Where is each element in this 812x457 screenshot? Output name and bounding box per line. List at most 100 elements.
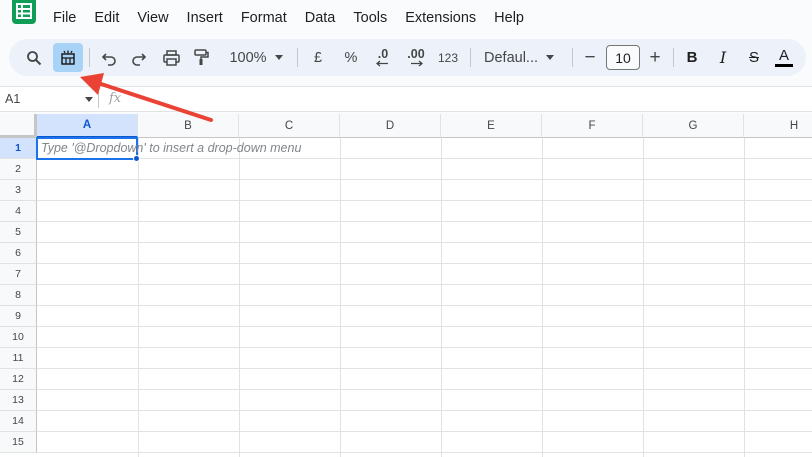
- column-header-f[interactable]: F: [542, 114, 643, 138]
- column-header-a[interactable]: A: [37, 114, 138, 138]
- row-header-9[interactable]: 9: [0, 306, 37, 327]
- column-header-h[interactable]: H: [744, 114, 812, 138]
- select-all-corner[interactable]: [0, 114, 37, 138]
- text-color-icon: A: [778, 47, 789, 64]
- cell-hint-text: Type '@Dropdown' to insert a drop-down m…: [41, 141, 302, 155]
- column-header-c[interactable]: C: [239, 114, 340, 138]
- toolbar-divider: [572, 48, 573, 67]
- grid-row-line: [37, 221, 812, 222]
- increase-font-size-button[interactable]: +: [645, 43, 665, 72]
- column-header-b[interactable]: B: [138, 114, 239, 138]
- undo-icon: [101, 52, 116, 66]
- zoom-select[interactable]: 100%: [221, 43, 291, 72]
- row-header-12[interactable]: 12: [0, 369, 37, 390]
- grid-row-line: [37, 368, 812, 369]
- bold-button[interactable]: B: [680, 43, 704, 72]
- currency-format-button[interactable]: £: [306, 43, 330, 72]
- menu-tools[interactable]: Tools: [344, 8, 396, 28]
- grid-row-line: [37, 158, 812, 159]
- sheets-logo-icon[interactable]: [12, 0, 36, 24]
- font-family-value: Defaul...: [484, 49, 538, 66]
- spreadsheet-grid[interactable]: A B C D E F G H 1 2 3 4 5 6 7 8 9 10 11 12 13 14 15 Type '@Drop…: [0, 114, 812, 457]
- paint-format-icon: [194, 49, 209, 65]
- font-family-select[interactable]: Defaul...: [479, 43, 563, 72]
- increase-decimal-button[interactable]: .00: [401, 43, 431, 72]
- row-header-7[interactable]: 7: [0, 264, 37, 285]
- percent-label: %: [344, 49, 358, 66]
- number-format-label: 123: [437, 50, 459, 65]
- currency-label: £: [313, 49, 323, 66]
- grid-row-line: [37, 242, 812, 243]
- row-header-3[interactable]: 3: [0, 180, 37, 201]
- menu-insert[interactable]: Insert: [178, 8, 232, 28]
- plus-icon: +: [649, 46, 661, 68]
- percent-format-button[interactable]: %: [339, 43, 363, 72]
- grid-row-line: [37, 200, 812, 201]
- toolbar-divider: [297, 48, 298, 67]
- menu-data[interactable]: Data: [296, 8, 345, 28]
- text-color-swatch: [775, 64, 793, 67]
- formula-bar: A1 fx: [0, 86, 812, 112]
- column-header-e[interactable]: E: [441, 114, 542, 138]
- grid-row-line: [37, 263, 812, 264]
- arrow-right-icon: [411, 60, 423, 67]
- redo-icon: [132, 52, 147, 66]
- row-header-6[interactable]: 6: [0, 243, 37, 264]
- dropdown-chip-button[interactable]: [53, 43, 83, 72]
- search-menus-button[interactable]: [22, 43, 46, 72]
- grid-row-line: [37, 452, 812, 453]
- column-header-g[interactable]: G: [643, 114, 744, 138]
- row-header-13[interactable]: 13: [0, 390, 37, 411]
- menu-items: File Edit View Insert Format Data Tools Extensi…: [44, 8, 533, 28]
- row-header-15[interactable]: 15: [0, 432, 37, 453]
- font-size-input[interactable]: 10: [606, 45, 640, 70]
- redo-button[interactable]: [127, 43, 151, 72]
- decrease-font-size-button[interactable]: −: [580, 43, 600, 72]
- arrow-left-icon: [376, 60, 388, 67]
- menu-bar: File Edit View Insert Format Data Tools Extensi…: [0, 0, 812, 36]
- dropdown-chip-icon: [61, 50, 75, 65]
- grid-row-line: [37, 389, 812, 390]
- grid-row-line: [37, 410, 812, 411]
- print-icon: [162, 49, 180, 66]
- toolbar: 100% £ % .0 .00 123 Defaul... − 10 + B I…: [9, 39, 806, 76]
- italic-button[interactable]: I: [711, 43, 735, 72]
- paint-format-button[interactable]: [189, 43, 213, 72]
- grid-row-line: [37, 431, 812, 432]
- row-header-11[interactable]: 11: [0, 348, 37, 369]
- text-color-button[interactable]: A: [772, 43, 796, 72]
- toolbar-divider: [673, 48, 674, 67]
- strikethrough-icon: S: [748, 49, 759, 66]
- formula-bar-divider: [98, 91, 99, 108]
- row-header-1[interactable]: 1: [0, 138, 37, 159]
- grid-row-line: [37, 347, 812, 348]
- number-format-button[interactable]: 123: [435, 43, 461, 72]
- decrease-decimal-label: .0: [377, 47, 389, 61]
- grid-row-line: [37, 179, 812, 180]
- row-header-5[interactable]: 5: [0, 222, 37, 243]
- toolbar-divider: [89, 48, 90, 67]
- column-header-d[interactable]: D: [340, 114, 441, 138]
- row-header-8[interactable]: 8: [0, 285, 37, 306]
- menu-format[interactable]: Format: [232, 8, 296, 28]
- fill-handle[interactable]: [133, 155, 140, 162]
- grid-row-line: [37, 326, 812, 327]
- name-box[interactable]: A1: [5, 92, 20, 106]
- print-button[interactable]: [159, 43, 183, 72]
- menu-view[interactable]: View: [128, 8, 177, 28]
- undo-button[interactable]: [97, 43, 121, 72]
- chevron-down-icon: [546, 55, 554, 60]
- row-header-2[interactable]: 2: [0, 159, 37, 180]
- toolbar-divider: [470, 48, 471, 67]
- strikethrough-button[interactable]: S: [742, 43, 766, 72]
- decrease-decimal-button[interactable]: .0: [369, 43, 397, 72]
- row-header-4[interactable]: 4: [0, 201, 37, 222]
- minus-icon: −: [584, 46, 596, 68]
- menu-edit[interactable]: Edit: [85, 8, 128, 28]
- chevron-down-icon[interactable]: [85, 97, 93, 102]
- row-header-14[interactable]: 14: [0, 411, 37, 432]
- row-header-10[interactable]: 10: [0, 327, 37, 348]
- menu-help[interactable]: Help: [485, 8, 533, 28]
- menu-file[interactable]: File: [44, 8, 85, 28]
- menu-extensions[interactable]: Extensions: [396, 8, 485, 28]
